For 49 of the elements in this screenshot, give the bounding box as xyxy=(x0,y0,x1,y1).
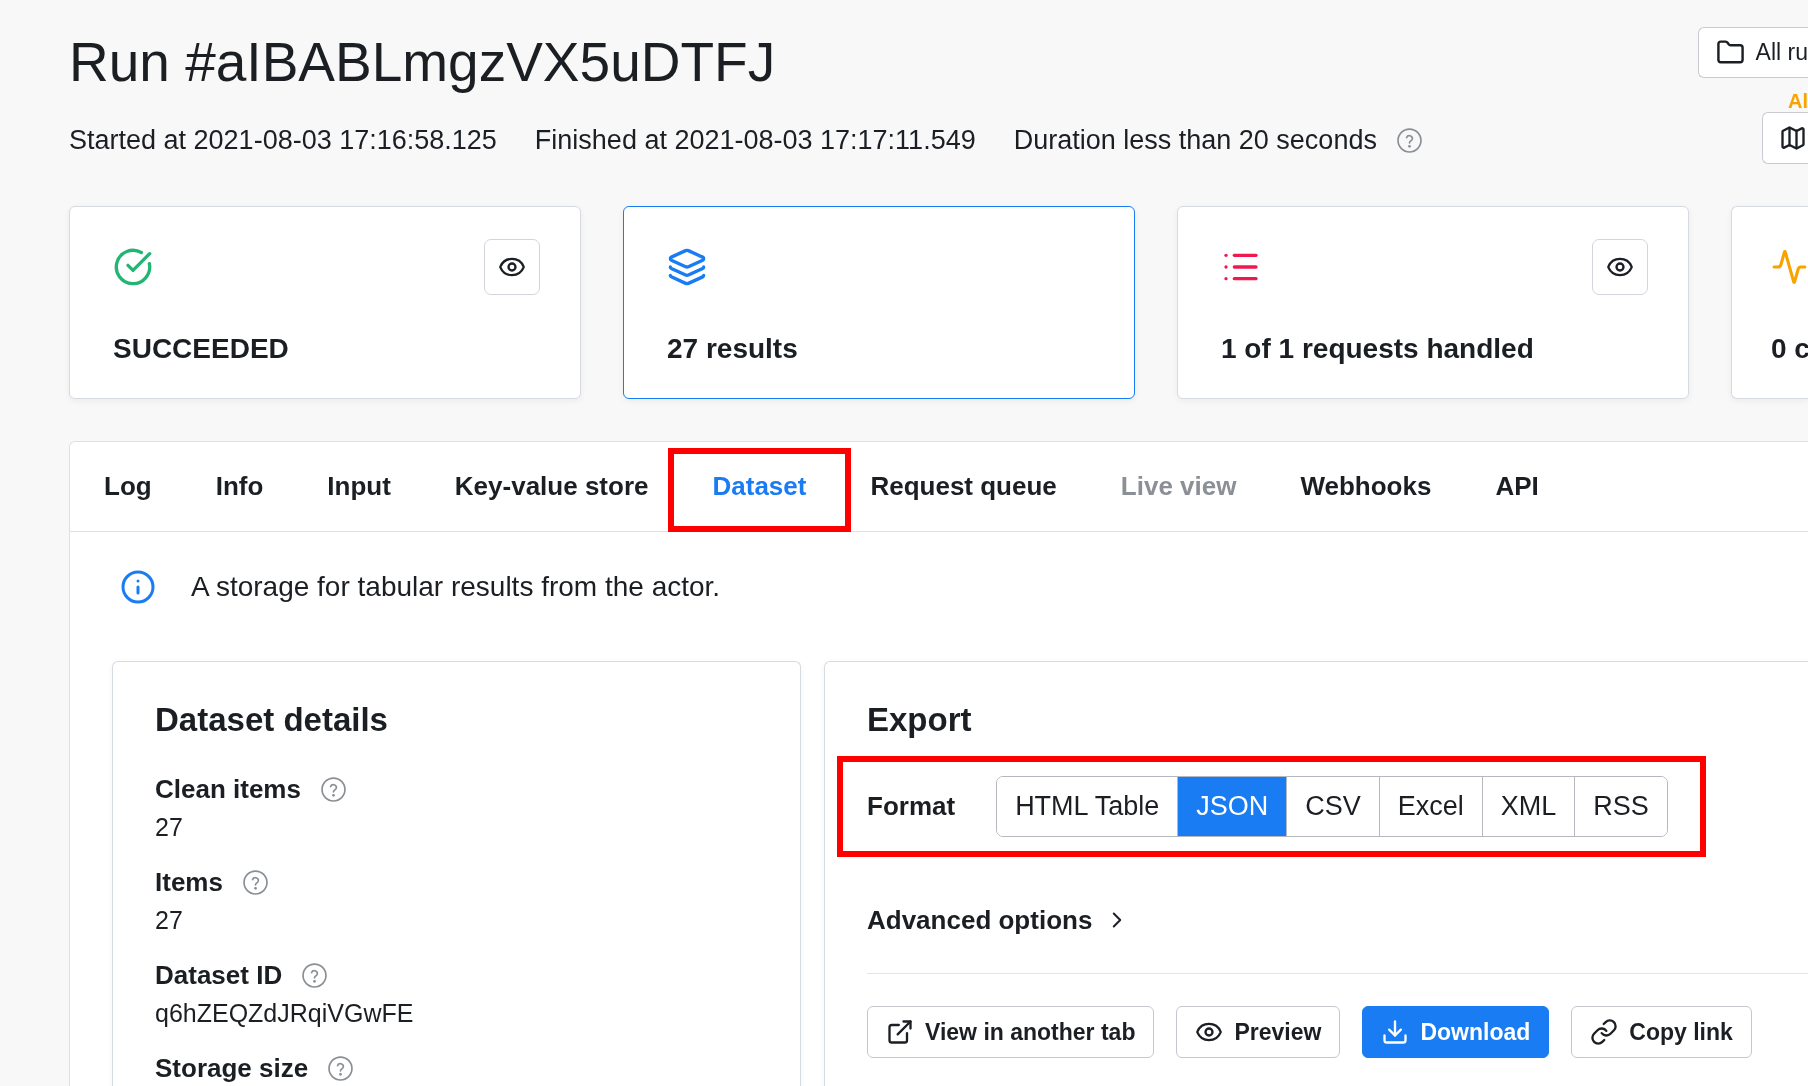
map-icon xyxy=(1779,124,1807,152)
field-label: Dataset ID xyxy=(155,961,283,989)
info-icon xyxy=(120,569,156,605)
tab[interactable]: Log xyxy=(72,442,184,531)
stat-card[interactable]: SUCCEEDED xyxy=(69,206,581,399)
tab[interactable]: Key-value store xyxy=(422,442,681,531)
preview-button[interactable] xyxy=(484,239,540,295)
preview-button[interactable] xyxy=(1592,239,1648,295)
info-text: A storage for tabular results from the actor. xyxy=(191,571,721,603)
stat-card-label: 27 results xyxy=(667,332,798,366)
tab[interactable]: Dataset xyxy=(680,442,839,531)
pulse-icon xyxy=(1771,247,1808,287)
field-value: 27 xyxy=(155,812,183,843)
tab[interactable]: Info xyxy=(183,442,296,531)
field-value: 27 xyxy=(155,905,183,936)
map-button[interactable] xyxy=(1762,112,1808,164)
check-circle-icon xyxy=(113,247,153,287)
card-title: Dataset details xyxy=(155,700,388,740)
external-link-icon xyxy=(886,1018,914,1046)
field-label: Storage size xyxy=(155,1054,309,1082)
run-title: Run #aIBABLmgzVX5uDTFJ xyxy=(69,30,776,94)
field-label: Clean items xyxy=(155,775,301,803)
run-meta-text: Started at 2021-08-03 17:16:58.125 xyxy=(69,124,497,156)
run-meta-text: Finished at 2021-08-03 17:17:11.549 xyxy=(534,124,976,156)
field-value: q6hZEQZdJRqiVGwFE xyxy=(155,998,414,1029)
format-option[interactable]: JSON xyxy=(1177,777,1287,836)
status-label: Al xyxy=(1788,91,1808,111)
all-runs-button[interactable]: All ru xyxy=(1697,27,1808,78)
link-icon xyxy=(1590,1018,1619,1046)
stat-card[interactable]: 27 results xyxy=(623,206,1135,399)
format-option[interactable]: RSS xyxy=(1574,777,1667,836)
advanced-options-toggle[interactable]: Advanced options xyxy=(867,904,1131,936)
action-button[interactable]: Copy link xyxy=(1571,1006,1752,1058)
layers-icon xyxy=(667,247,707,287)
stat-card-label: 1 of 1 requests handled xyxy=(1221,332,1534,366)
run-meta-text: Duration less than 20 seconds xyxy=(1013,124,1377,156)
tab[interactable]: Request queue xyxy=(838,442,1089,531)
card-title: Export xyxy=(867,700,972,740)
action-button[interactable]: Preview xyxy=(1176,1006,1341,1058)
stat-card[interactable]: 1 of 1 requests handled xyxy=(1177,206,1689,399)
download-icon xyxy=(1381,1018,1410,1046)
format-label: Format xyxy=(867,791,956,822)
tab[interactable]: Webhooks xyxy=(1268,442,1464,531)
field-label: Items xyxy=(155,868,223,896)
action-button[interactable]: View in another tab xyxy=(867,1006,1155,1058)
tab[interactable]: API xyxy=(1463,442,1571,531)
tab[interactable]: Input xyxy=(295,442,423,531)
stat-card-label: SUCCEEDED xyxy=(113,332,289,366)
action-button[interactable]: Download xyxy=(1362,1006,1550,1058)
